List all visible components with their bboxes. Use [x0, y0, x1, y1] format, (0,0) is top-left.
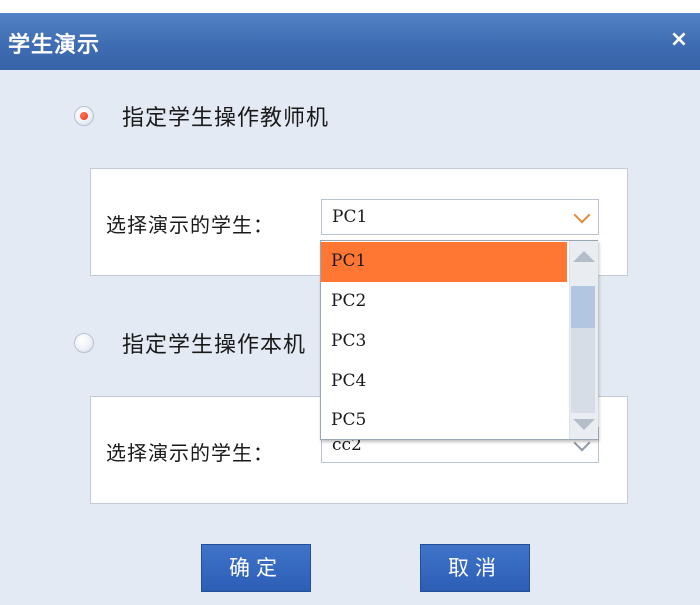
select-value: PC1: [332, 207, 368, 227]
radio-label-teacher-machine: 指定学生操作教师机: [122, 106, 330, 131]
ok-button[interactable]: 确定: [201, 544, 311, 592]
dropdown-scrollbar[interactable]: [569, 241, 598, 439]
select-student-label: 选择演示的学生：: [106, 441, 274, 465]
dialog-titlebar: 学生演示 ×: [0, 13, 700, 70]
dropdown-option[interactable]: PC1: [321, 242, 567, 282]
close-icon: ×: [669, 27, 689, 52]
dropdown-option[interactable]: PC4: [321, 362, 567, 402]
radio-option-teacher-machine[interactable]: 指定学生操作教师机: [74, 101, 329, 131]
student-select-teacher[interactable]: PC1: [321, 199, 599, 235]
scroll-thumb[interactable]: [571, 286, 595, 328]
select-student-label: 选择演示的学生：: [106, 213, 274, 237]
dialog-title: 学生演示: [8, 33, 101, 58]
student-dropdown-list[interactable]: PC1 PC2 PC3 PC4 PC5: [320, 240, 598, 440]
dropdown-option[interactable]: PC2: [321, 282, 567, 322]
radio-selected-icon[interactable]: [74, 106, 94, 126]
scroll-track[interactable]: [571, 328, 595, 413]
radio-label-local-machine: 指定学生操作本机: [122, 333, 307, 358]
dropdown-option[interactable]: PC3: [321, 322, 567, 362]
scroll-down-arrow-icon[interactable]: [573, 419, 595, 430]
radio-unselected-icon[interactable]: [74, 333, 94, 353]
scroll-up-arrow-icon[interactable]: [573, 251, 595, 262]
radio-option-local-machine[interactable]: 指定学生操作本机: [74, 328, 306, 358]
close-button[interactable]: ×: [664, 25, 694, 55]
dropdown-option[interactable]: PC5: [321, 401, 567, 441]
chevron-down-icon[interactable]: [573, 206, 591, 224]
cancel-button[interactable]: 取消: [420, 544, 530, 592]
